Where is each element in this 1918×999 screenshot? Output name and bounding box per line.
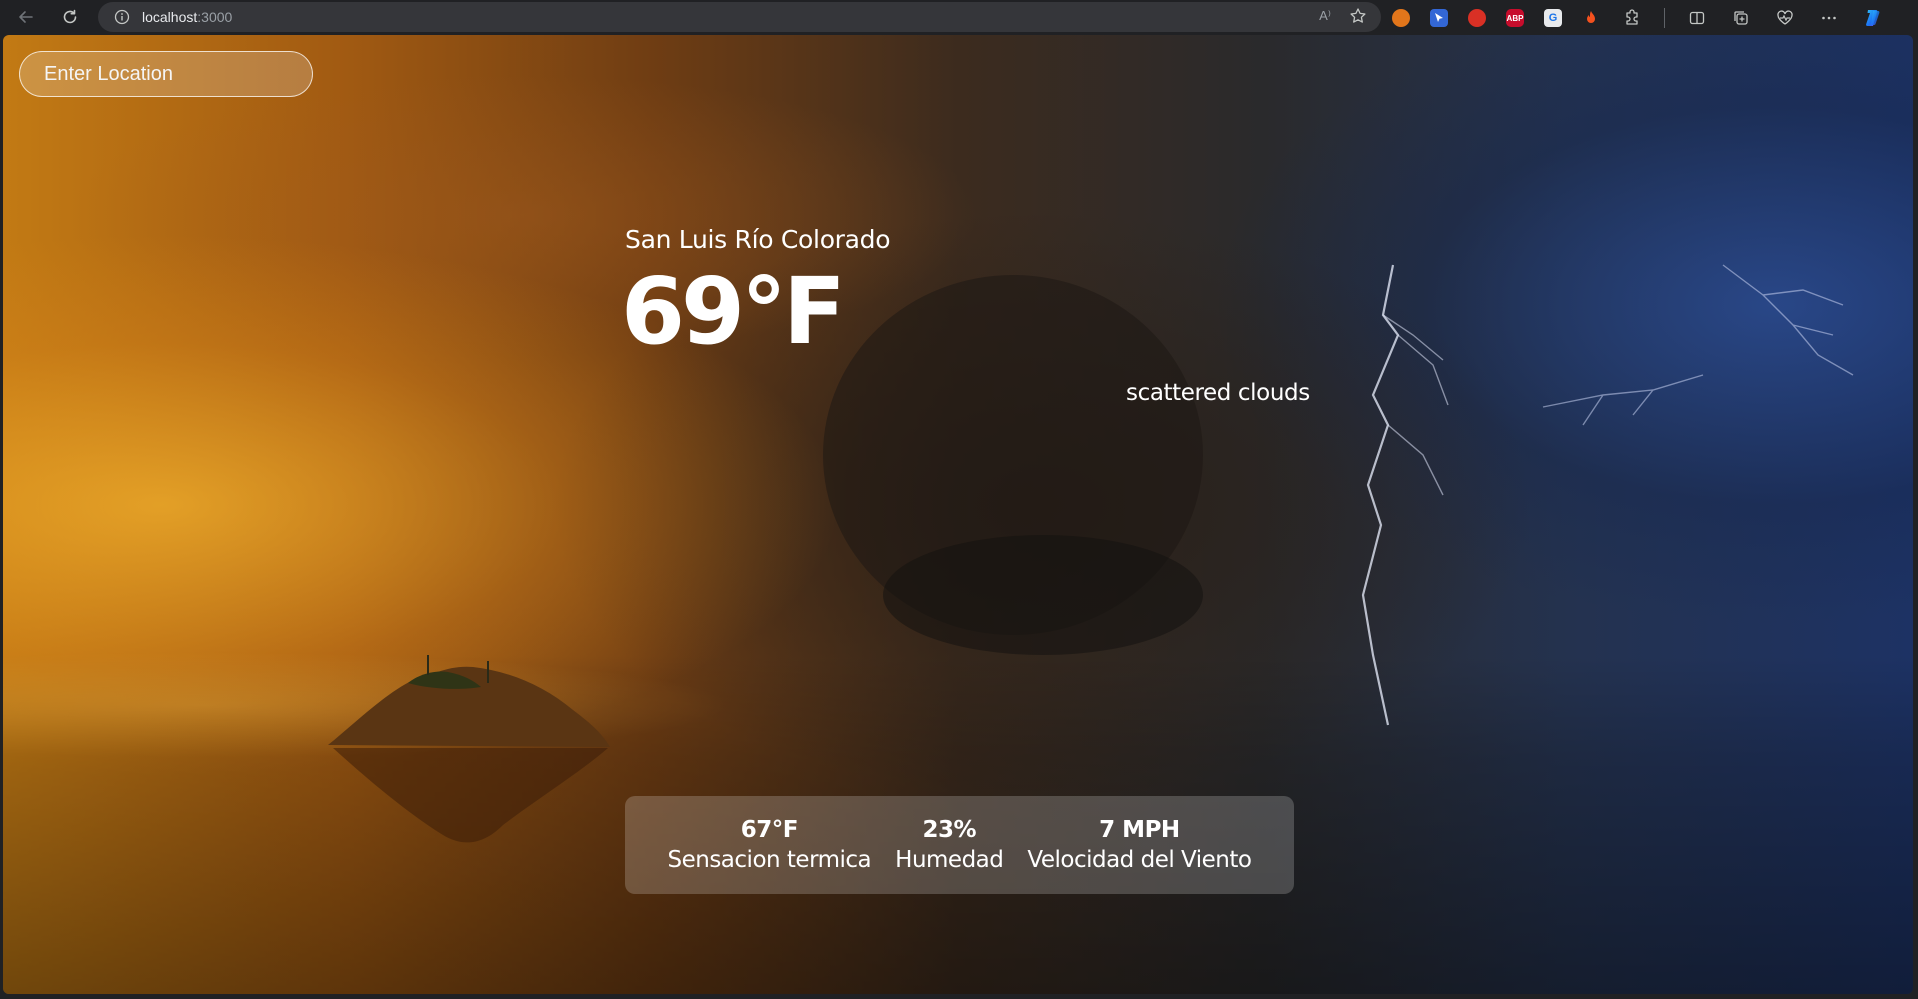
- wind-label: Velocidad del Viento: [1027, 847, 1252, 873]
- extensions-toolbar: ABP G: [1392, 3, 1885, 33]
- url-port: :3000: [197, 9, 233, 25]
- split-screen-icon[interactable]: [1685, 6, 1709, 30]
- more-menu-icon[interactable]: [1817, 6, 1841, 30]
- arrow-left-icon: [19, 11, 33, 23]
- humidity-value: 23%: [922, 817, 977, 843]
- city-name: San Luis Río Colorado: [625, 225, 891, 254]
- lightning-bolt: [1361, 264, 1400, 726]
- weather-app: San Luis Río Colorado 69°F scattered clo…: [3, 35, 1913, 994]
- flame-extension-icon[interactable]: [1582, 9, 1600, 27]
- current-temperature: 69°F: [621, 258, 846, 365]
- location-search-input[interactable]: [19, 51, 313, 97]
- toolbar-divider: [1664, 8, 1665, 28]
- weather-details-panel: 67°F Sensacion termica 23% Humedad 7 MPH…: [625, 796, 1294, 894]
- island-reflection: [333, 748, 608, 843]
- reload-icon: [63, 9, 77, 24]
- address-bar-actions: A⁾: [1319, 7, 1367, 25]
- humidity-label: Humedad: [895, 847, 1004, 873]
- humidity-stat: 23% Humedad: [895, 817, 1004, 873]
- cursor-extension-icon[interactable]: [1430, 9, 1448, 27]
- wind-stat: 7 MPH Velocidad del Viento: [1027, 817, 1252, 873]
- island: [328, 666, 610, 747]
- weather-description: scattered clouds: [1126, 380, 1310, 406]
- favorite-star-icon[interactable]: [1349, 7, 1367, 25]
- feels-like-value: 67°F: [740, 817, 799, 843]
- adblock-plus-icon[interactable]: ABP: [1506, 9, 1524, 27]
- read-aloud-icon[interactable]: A⁾: [1319, 8, 1331, 24]
- wind-value: 7 MPH: [1099, 817, 1180, 843]
- reload-button[interactable]: [52, 2, 88, 32]
- stop-hand-extension-icon[interactable]: [1468, 9, 1486, 27]
- browser-essentials-icon[interactable]: [1773, 6, 1797, 30]
- info-icon[interactable]: [114, 9, 130, 25]
- google-extension-icon[interactable]: G: [1544, 9, 1562, 27]
- collections-icon[interactable]: [1729, 6, 1753, 30]
- back-button[interactable]: [8, 2, 44, 32]
- lightning-branch: [1542, 264, 1854, 426]
- copilot-icon[interactable]: [1861, 6, 1885, 30]
- metamask-extension-icon[interactable]: [1392, 9, 1410, 27]
- extensions-puzzle-icon[interactable]: [1620, 6, 1644, 30]
- url-host: localhost: [142, 9, 198, 25]
- address-bar[interactable]: localhost:3000 A⁾: [98, 2, 1381, 32]
- feels-like-label: Sensacion termica: [667, 847, 872, 873]
- feels-like-stat: 67°F Sensacion termica: [668, 817, 872, 873]
- browser-toolbar: localhost:3000 A⁾ ABP G: [0, 0, 1918, 35]
- storm-cloud-base: [883, 535, 1203, 655]
